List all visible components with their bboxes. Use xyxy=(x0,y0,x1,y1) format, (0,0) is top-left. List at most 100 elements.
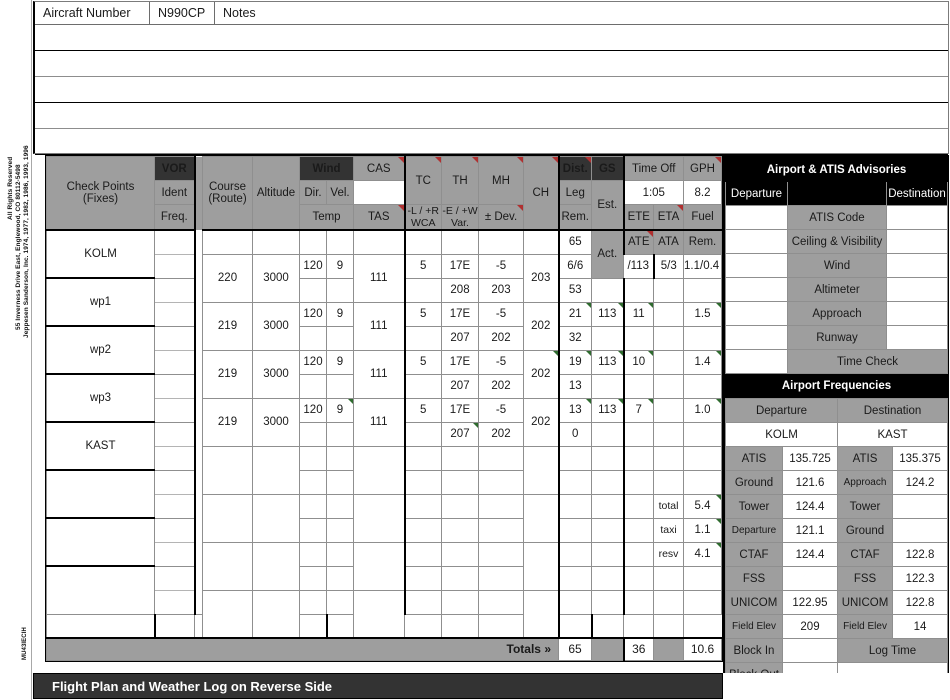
gs-est-7[interactable] xyxy=(591,589,624,615)
dist-leg-3[interactable]: 13 xyxy=(558,397,592,423)
temp-2[interactable] xyxy=(299,373,327,399)
freq-dst-value-7[interactable]: 14 xyxy=(892,614,949,639)
eta-4[interactable] xyxy=(652,445,685,471)
time-check-value[interactable] xyxy=(725,349,788,374)
eta-3[interactable] xyxy=(652,397,685,423)
th-5[interactable] xyxy=(441,493,479,519)
mh-0[interactable]: -5 xyxy=(478,253,524,279)
altitude-0[interactable]: 3000 xyxy=(252,253,300,303)
vor-freq-8[interactable] xyxy=(154,589,195,615)
mh-4[interactable] xyxy=(478,445,524,471)
wca-7[interactable] xyxy=(325,613,354,639)
dist-rem-1[interactable]: 32 xyxy=(558,325,592,351)
wind-dir-1[interactable]: 120 xyxy=(299,301,327,327)
tc-5[interactable] xyxy=(403,493,442,519)
th2-1[interactable]: 207 xyxy=(441,325,479,351)
atis-dep-3[interactable] xyxy=(725,277,788,302)
wca-6[interactable] xyxy=(403,565,442,591)
th-7[interactable] xyxy=(441,589,479,615)
atis-dep-5[interactable] xyxy=(725,325,788,350)
vor-freq-0[interactable] xyxy=(154,253,195,279)
course-1[interactable]: 219 xyxy=(202,301,253,351)
dist-rem-5[interactable] xyxy=(558,517,592,543)
mh-3[interactable]: -5 xyxy=(478,397,524,423)
atis-dst-4[interactable] xyxy=(885,301,949,326)
ate-2[interactable] xyxy=(622,373,654,399)
ete-5[interactable] xyxy=(622,493,654,519)
dist-leg-0[interactable]: 6/6 xyxy=(558,253,592,279)
altitude-7[interactable] xyxy=(252,589,300,639)
ete-2[interactable]: 10 xyxy=(622,349,654,375)
th-1[interactable]: 17E xyxy=(441,301,479,327)
wca-2[interactable] xyxy=(403,373,442,399)
altitude-2[interactable]: 3000 xyxy=(252,349,300,399)
freq-dep-value-1[interactable]: 121.6 xyxy=(781,470,839,495)
fuel-2[interactable]: 1.4 xyxy=(683,349,723,375)
vor-ident-6[interactable] xyxy=(154,517,195,543)
vor-ident-8[interactable] xyxy=(46,613,155,639)
temp-4[interactable] xyxy=(299,469,327,495)
vor-ident-3[interactable] xyxy=(154,373,195,399)
tas-7[interactable] xyxy=(353,589,405,639)
ate-5[interactable] xyxy=(622,517,654,543)
altitude-4[interactable] xyxy=(252,445,300,495)
gs-est-4[interactable] xyxy=(591,445,624,471)
destination-airport[interactable]: KAST xyxy=(837,422,949,447)
gs-act-0[interactable] xyxy=(591,277,624,303)
course-0[interactable]: 220 xyxy=(202,253,253,303)
totals-fuel[interactable]: 10.6 xyxy=(683,637,723,661)
gs-act-4[interactable] xyxy=(591,469,624,495)
eta-2[interactable] xyxy=(652,349,685,375)
altitude-5[interactable] xyxy=(252,493,300,543)
freq-dst-value-1[interactable]: 124.2 xyxy=(892,470,949,495)
freq-dep-value-7[interactable]: 209 xyxy=(781,614,839,639)
th2-6[interactable] xyxy=(441,565,479,591)
altitude-3[interactable]: 3000 xyxy=(252,397,300,447)
freq-dep-value-6[interactable]: 122.95 xyxy=(781,590,839,615)
gs-act-5[interactable] xyxy=(591,517,624,543)
vor-freq-3[interactable] xyxy=(154,397,195,423)
wind-vel-7[interactable] xyxy=(326,589,354,615)
wind-dir-2[interactable]: 120 xyxy=(299,349,327,375)
th-6[interactable] xyxy=(441,541,479,567)
atis-dep-2[interactable] xyxy=(725,253,788,278)
temp-5[interactable] xyxy=(299,517,327,543)
fuel-resv-value[interactable]: 4.1 xyxy=(683,541,723,567)
fuel-7[interactable] xyxy=(683,589,723,615)
th-0[interactable]: 17E xyxy=(441,253,479,279)
checkpoint-0[interactable]: KOLM xyxy=(46,229,155,279)
ch-2[interactable]: 202 xyxy=(523,349,560,399)
vor-ident-5[interactable] xyxy=(154,469,195,495)
th-4[interactable] xyxy=(441,445,479,471)
ate-1[interactable] xyxy=(622,325,654,351)
course-3[interactable]: 219 xyxy=(202,397,253,447)
ete-0[interactable]: 5/3 xyxy=(652,253,685,279)
ata-4[interactable] xyxy=(652,469,685,495)
fuel-3[interactable]: 1.0 xyxy=(683,397,723,423)
atis-dst-3[interactable] xyxy=(885,277,949,302)
eta-7[interactable] xyxy=(652,589,685,615)
wind-dir-6[interactable] xyxy=(299,541,327,567)
mh2-0[interactable]: 203 xyxy=(478,277,524,303)
mh2-1[interactable]: 202 xyxy=(478,325,524,351)
aircraft-number-value[interactable]: N990CP xyxy=(150,2,215,24)
wind-vel-5[interactable] xyxy=(326,493,354,519)
th-2[interactable]: 17E xyxy=(441,349,479,375)
mh2-6[interactable] xyxy=(478,565,524,591)
wind-dir-0[interactable]: 120 xyxy=(299,253,327,279)
ete-3[interactable]: 7 xyxy=(622,397,654,423)
ata-0[interactable] xyxy=(652,277,685,303)
atis-dep-0[interactable] xyxy=(725,205,788,230)
vor-freq-6[interactable] xyxy=(154,493,195,519)
altitude-1[interactable]: 3000 xyxy=(252,301,300,351)
ete-4[interactable] xyxy=(622,445,654,471)
checkpoint-2[interactable]: wp2 xyxy=(46,325,155,375)
th2-4[interactable] xyxy=(441,469,479,495)
dist-leg-5[interactable] xyxy=(558,493,592,519)
altitude-6[interactable] xyxy=(252,541,300,591)
temp-7[interactable] xyxy=(194,613,203,639)
ata-3[interactable] xyxy=(652,421,685,447)
course-4[interactable] xyxy=(202,445,253,495)
dist-leg-2[interactable]: 19 xyxy=(558,349,592,375)
ate-4[interactable] xyxy=(622,469,654,495)
